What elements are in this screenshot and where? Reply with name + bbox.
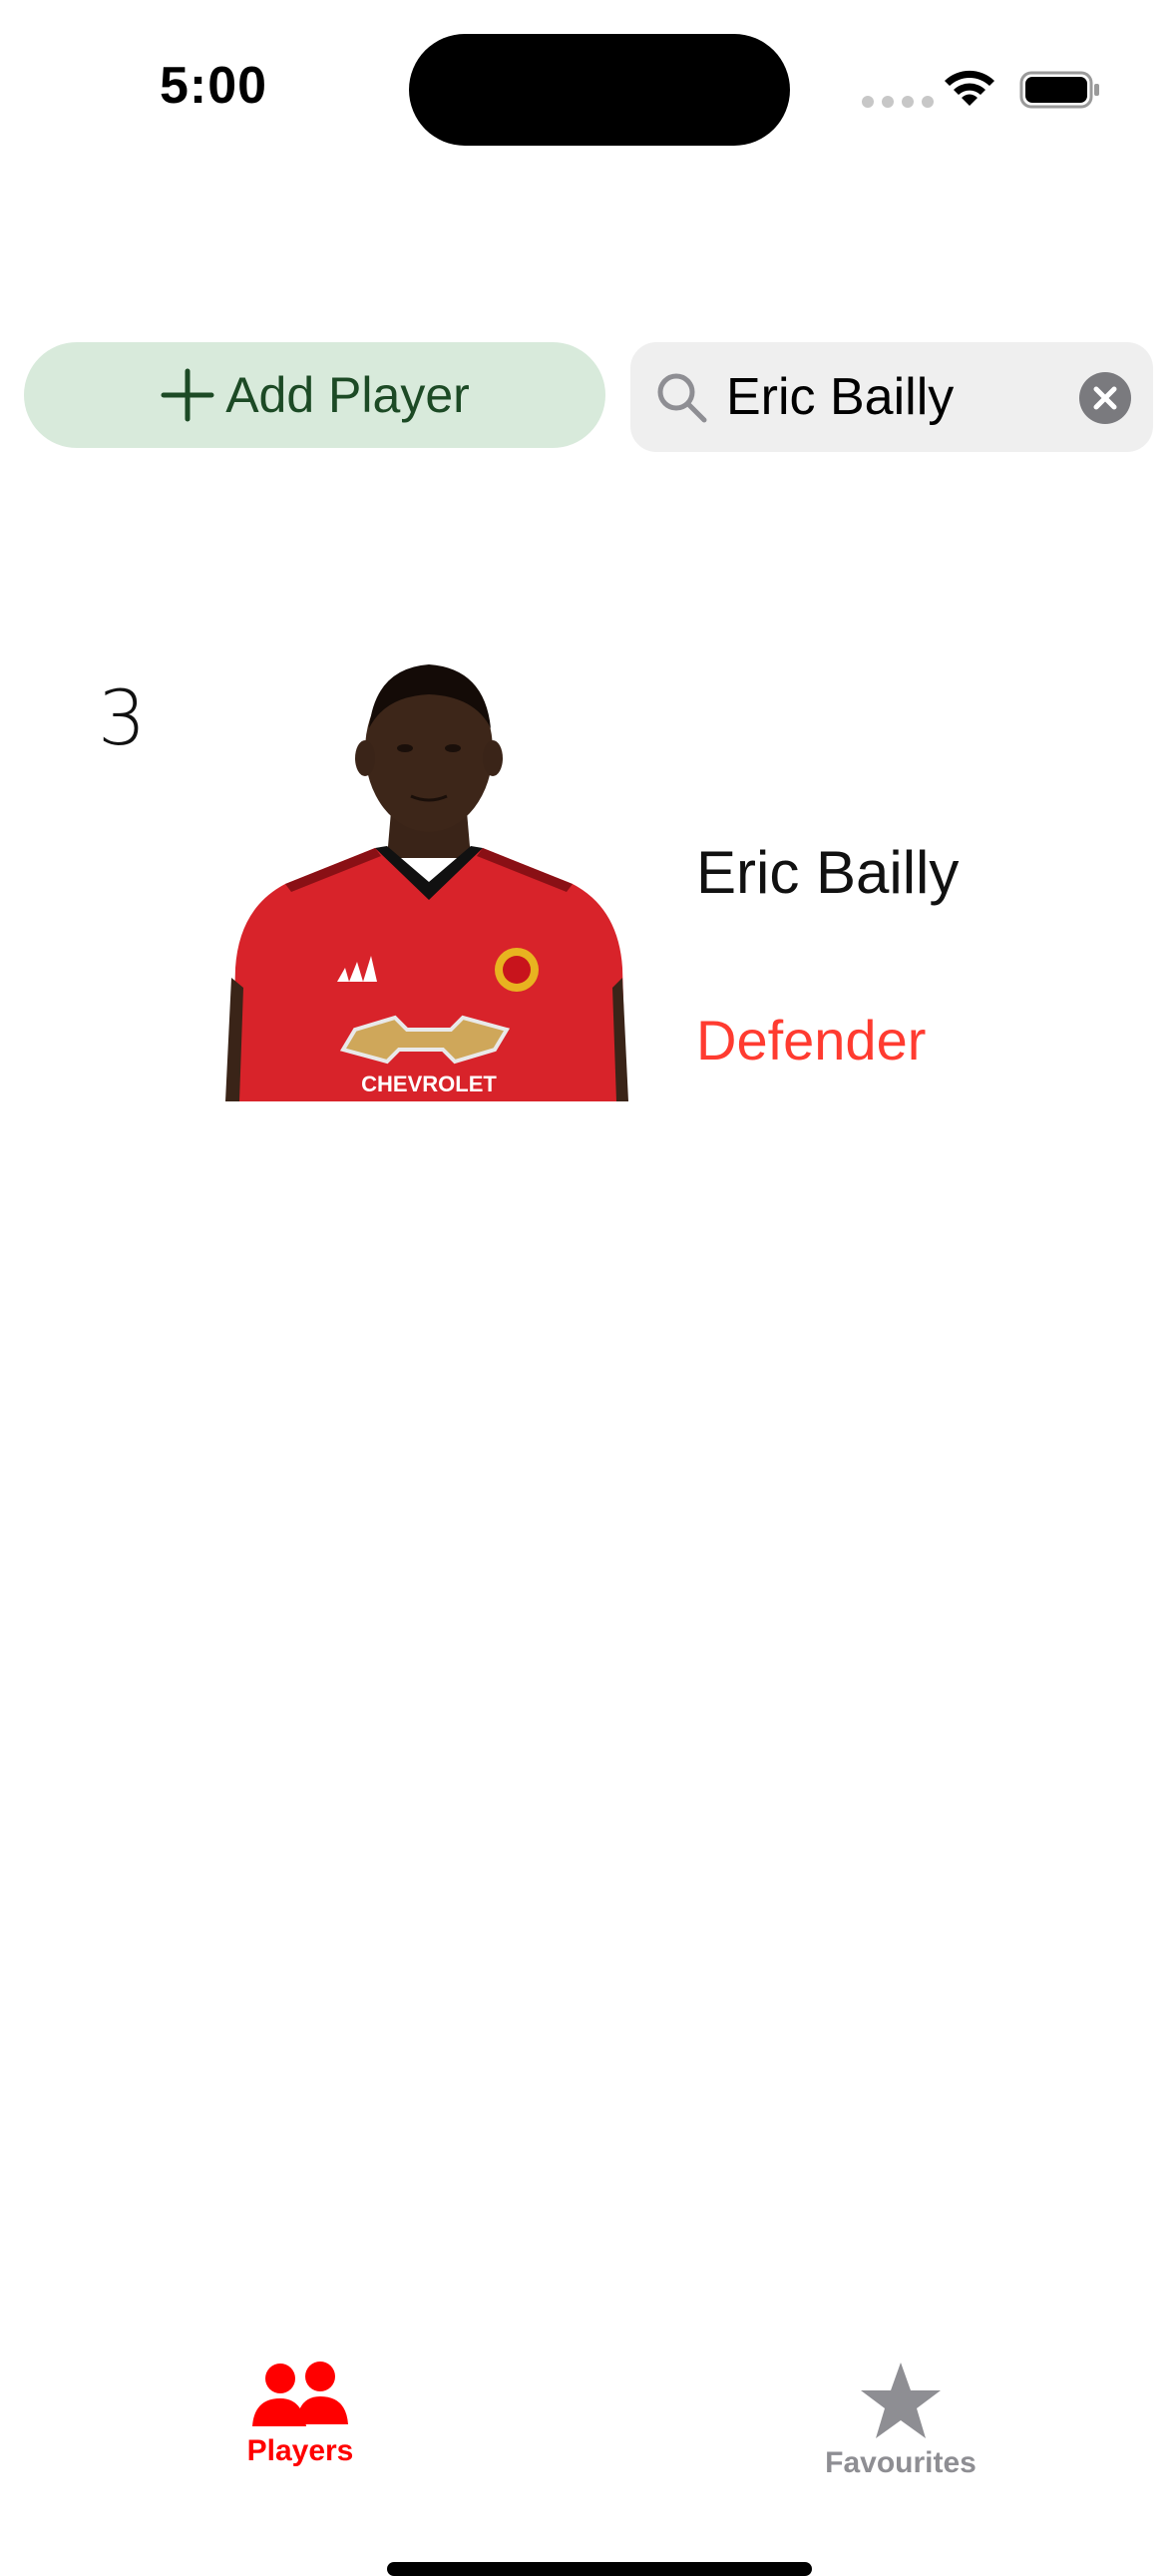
tab-label-favourites: Favourites	[825, 2446, 977, 2479]
person-2-fill-icon	[252, 2361, 348, 2426]
add-player-button[interactable]: Add Player	[24, 342, 605, 448]
clear-search-icon[interactable]	[1079, 372, 1131, 424]
shirt-sponsor-text: CHEVROLET	[361, 1072, 497, 1096]
tab-players[interactable]: Players	[191, 2361, 410, 2500]
player-number: 3	[98, 673, 147, 762]
add-player-label: Add Player	[225, 367, 470, 423]
tab-favourites[interactable]: Favourites	[791, 2361, 1010, 2500]
dynamic-island	[409, 34, 790, 146]
plus-icon	[161, 368, 214, 422]
home-indicator[interactable]	[387, 2562, 812, 2576]
wifi-icon	[945, 70, 994, 106]
search-field[interactable]: Eric Bailly	[630, 342, 1153, 452]
player-list-item[interactable]: 3 CHEVROLET Eric Bailly Defender	[0, 639, 1176, 1101]
cellular-signal-icon	[862, 96, 934, 108]
player-position: Defender	[696, 1009, 927, 1072]
star-fill-icon	[861, 2362, 941, 2438]
status-time: 5:00	[160, 57, 268, 115]
magnifying-glass-icon	[657, 373, 707, 423]
tab-label-players: Players	[246, 2434, 354, 2467]
player-name: Eric Bailly	[696, 839, 960, 906]
search-input[interactable]: Eric Bailly	[726, 364, 954, 430]
battery-icon	[1019, 71, 1099, 109]
player-photo: CHEVROLET	[225, 664, 628, 1101]
